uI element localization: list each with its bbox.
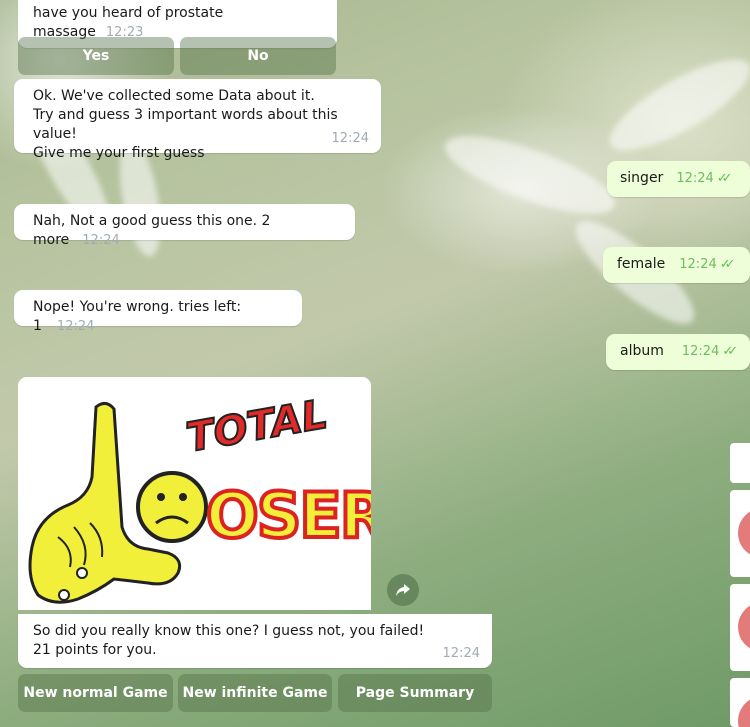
message-text: So did you really know this one? I guess… <box>33 623 425 658</box>
message-text: female <box>617 256 666 272</box>
message-text: singer <box>620 170 664 186</box>
total-loser-image: TOTAL OSER <box>18 377 371 610</box>
read-check-icon: ✓✓ <box>719 257 736 272</box>
message-time: 12:24 <box>56 319 95 334</box>
photo-title-bottom: OSER <box>206 479 371 552</box>
message-time: 12:24 <box>442 646 480 661</box>
page-summary-button[interactable]: Page Summary <box>338 674 492 712</box>
incoming-message[interactable]: Ok. We've collected some Data about it. … <box>14 79 381 161</box>
photo-message[interactable]: TOTAL OSER <box>18 377 371 610</box>
yes-button[interactable]: Yes <box>18 37 174 75</box>
share-arrow-icon <box>396 584 410 596</box>
share-button[interactable] <box>387 574 419 606</box>
message-text: album <box>620 343 664 359</box>
message-time: 12:24 <box>331 131 369 146</box>
side-panel-card[interactable] <box>730 443 750 483</box>
side-panel-card[interactable] <box>730 678 750 727</box>
side-panel-card[interactable] <box>730 584 750 671</box>
avatar <box>738 508 750 558</box>
incoming-message[interactable]: So did you really know this one? I guess… <box>18 614 492 668</box>
message-time: 12:24 <box>676 171 714 186</box>
no-button[interactable]: No <box>180 37 336 75</box>
incoming-message[interactable]: Nope! You're wrong. tries left: 1 12:24 <box>14 290 302 334</box>
incoming-message[interactable]: Nah, Not a good guess this one. 2 more 12… <box>14 204 355 248</box>
background-petal <box>436 120 624 230</box>
outgoing-message[interactable]: female 12:24 ✓✓ <box>603 247 750 283</box>
avatar <box>738 696 750 727</box>
message-time: 12:24 <box>82 233 120 248</box>
avatar <box>738 602 750 652</box>
read-check-icon: ✓✓ <box>722 344 738 359</box>
message-time: 12:24 <box>679 257 717 272</box>
outgoing-message[interactable]: album 12:24 ✓✓ <box>606 334 750 370</box>
message-text: Ok. We've collected some Data about it. … <box>33 88 338 161</box>
side-panel-card[interactable] <box>730 490 750 577</box>
new-infinite-game-button[interactable]: New infinite Game <box>178 674 332 712</box>
outgoing-message[interactable]: singer 12:24 ✓✓ <box>607 161 750 197</box>
new-normal-game-button[interactable]: New normal Game <box>18 674 173 712</box>
chat-area: have you heard of prostate massage 12:23 … <box>0 0 750 727</box>
background-petal <box>598 43 750 167</box>
read-check-icon: ✓✓ <box>716 171 733 186</box>
message-time: 12:24 <box>681 344 720 359</box>
